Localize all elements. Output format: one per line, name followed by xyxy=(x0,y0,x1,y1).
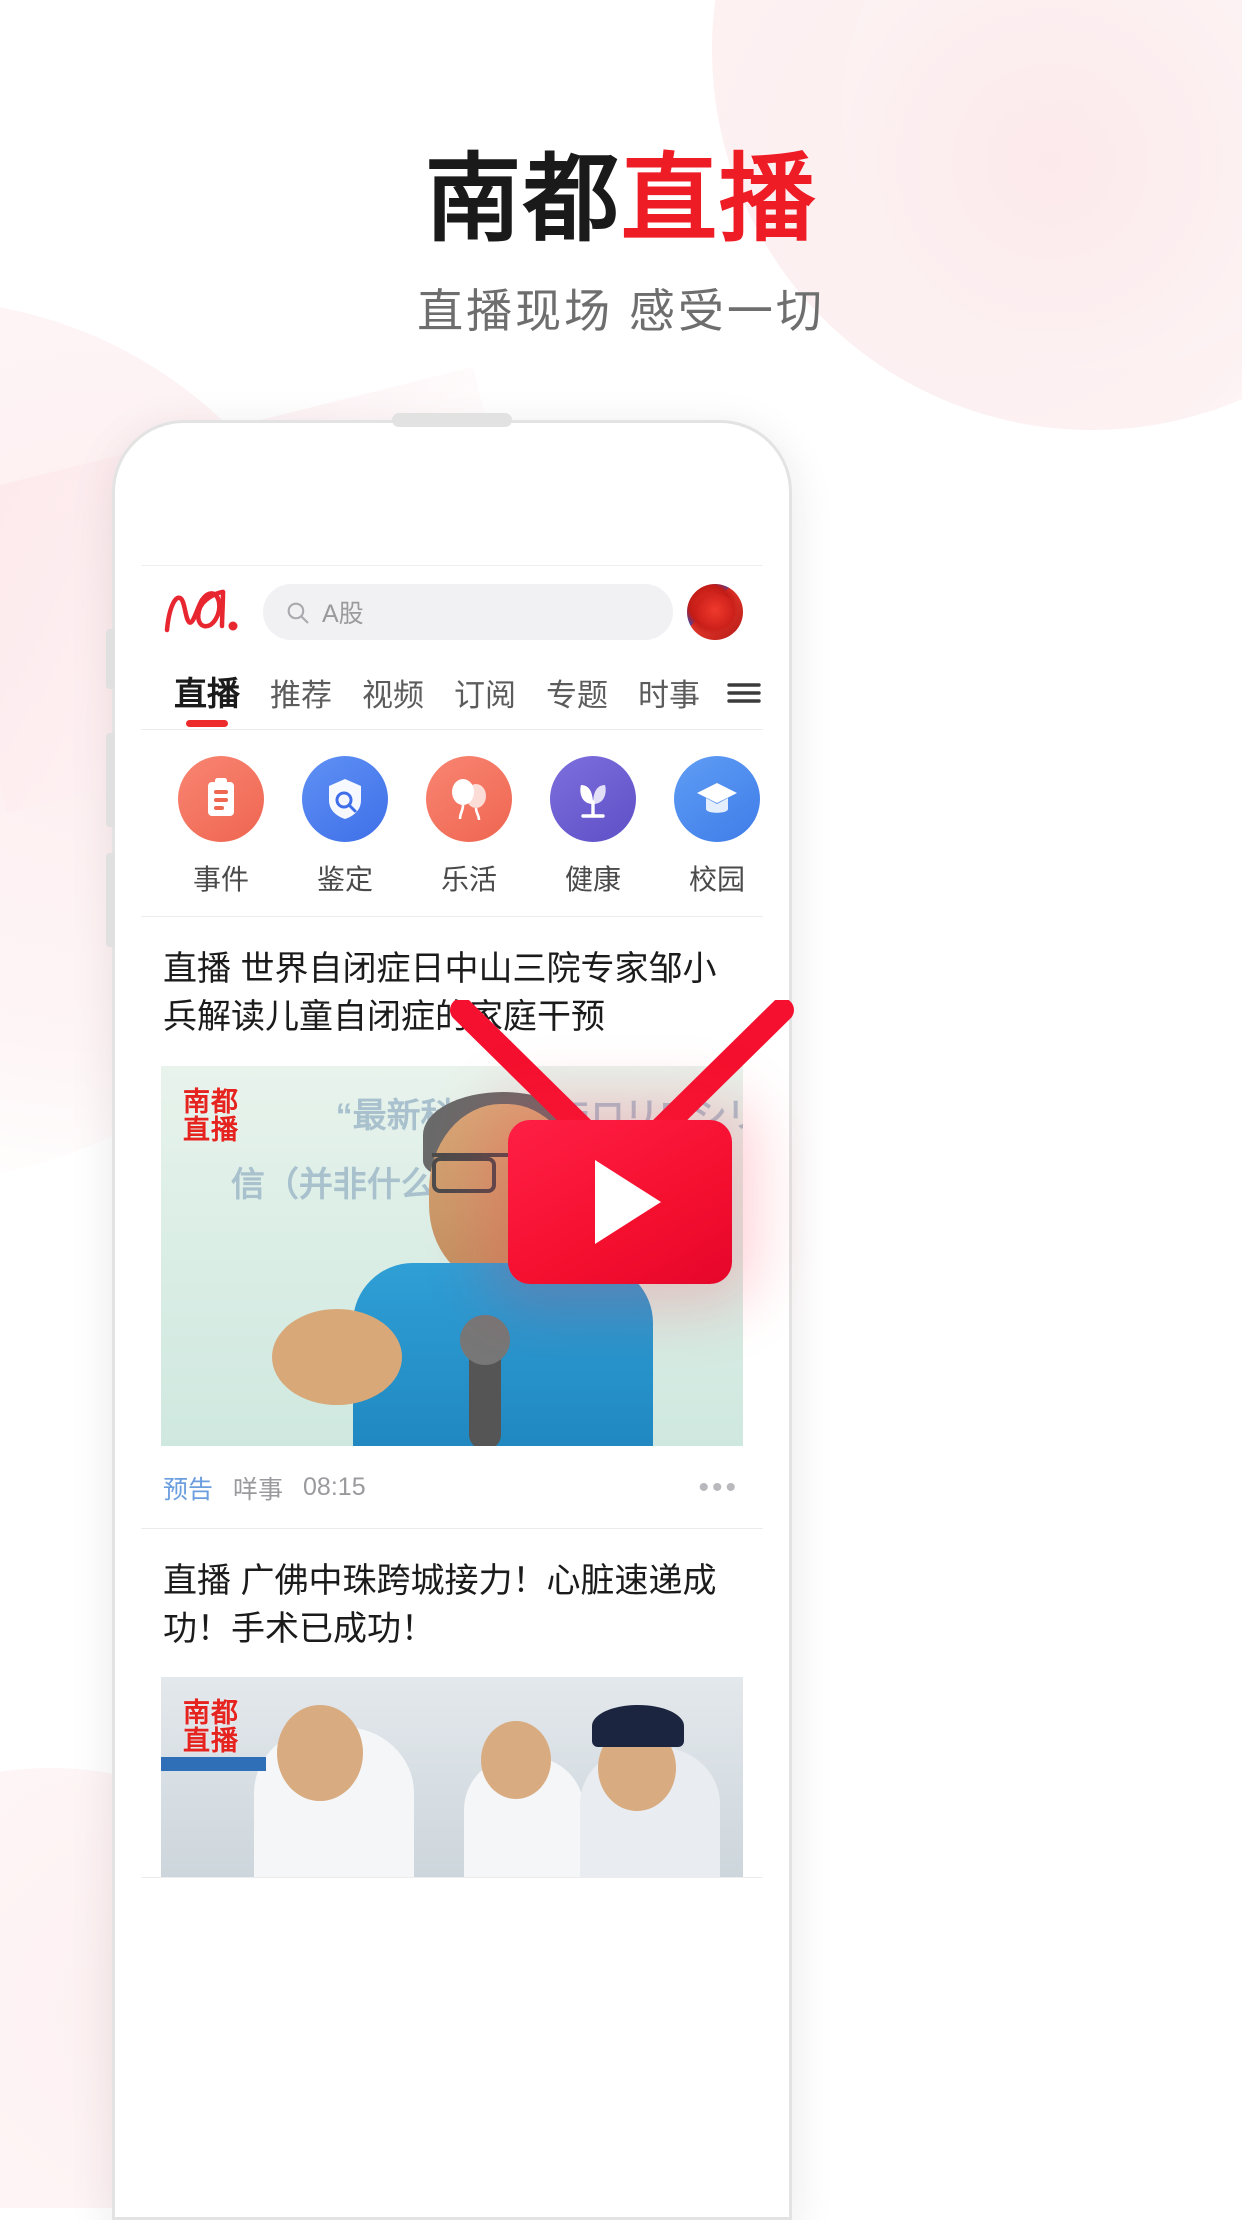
nd-logo-icon[interactable] xyxy=(163,586,249,638)
phone-mute-button xyxy=(106,629,115,689)
watermark-line-1: 南都 xyxy=(183,1698,239,1729)
phone-mockup: A股 直播 推荐 视频 订阅 专题 时事 事件 鉴定 乐活 健康 校园 直播 世… xyxy=(106,413,792,2220)
category-lehuo[interactable]: 乐活 xyxy=(407,756,531,898)
page-subtitle: 直播现场 感受一切 xyxy=(417,284,825,337)
doctor-head xyxy=(481,1721,552,1800)
tab-zhuanti[interactable]: 专题 xyxy=(531,670,623,729)
more-options-icon[interactable]: ••• xyxy=(698,1471,739,1505)
article-source: 咩事 xyxy=(233,1475,284,1504)
microphone-icon xyxy=(460,1315,511,1446)
watermark-line-2: 直播 xyxy=(183,1726,239,1757)
hero-section: 南都直播 直播现场 感受一切 xyxy=(0,149,1242,341)
category-label: 乐活 xyxy=(440,864,497,895)
category-jiankang[interactable]: 健康 xyxy=(531,756,655,898)
corridor-band xyxy=(161,1757,266,1772)
tab-bar: 直播 推荐 视频 订阅 专题 时事 xyxy=(141,658,763,730)
baseball-cap-icon xyxy=(591,1705,684,1748)
tab-dingyue[interactable]: 订阅 xyxy=(439,670,531,729)
category-jianding[interactable]: 鉴定 xyxy=(283,756,407,898)
article-card[interactable]: 直播 广佛中珠跨城接力！心脏速递成功！手术已成功！ 南都 直播 xyxy=(141,1529,763,1879)
article-meta: 预告 咩事 08:15 ••• xyxy=(141,1446,763,1528)
article-time: 08:15 xyxy=(303,1473,366,1502)
page-title-red: 直播 xyxy=(621,146,817,253)
search-input[interactable]: A股 xyxy=(263,584,673,640)
page-title-dark: 南都 xyxy=(425,146,621,253)
tab-zhibo[interactable]: 直播 xyxy=(159,667,255,729)
status-badge: 预告 xyxy=(163,1475,214,1504)
phone-volume-down-button xyxy=(106,853,115,947)
category-label: 校园 xyxy=(688,864,745,895)
thumbnail-photo xyxy=(161,1677,743,1878)
phone-volume-up-button xyxy=(106,733,115,827)
balloons-icon xyxy=(426,756,512,842)
watermark-line-1: 南都 xyxy=(183,1086,239,1117)
hamburger-menu-icon[interactable] xyxy=(715,678,763,729)
article-title: 直播 广佛中珠跨城接力！心脏速递成功！手术已成功！ xyxy=(163,1561,717,1648)
doctor-head xyxy=(277,1705,364,1802)
phone-speaker xyxy=(392,413,512,427)
category-label: 健康 xyxy=(564,864,621,895)
avatar[interactable] xyxy=(687,584,743,640)
category-label: 鉴定 xyxy=(316,864,373,895)
slide-text: 信（并非什么 xyxy=(230,1165,435,1204)
graduation-cap-icon xyxy=(674,756,760,842)
play-button[interactable] xyxy=(508,1120,732,1284)
watermark: 南都 直播 xyxy=(183,1086,239,1145)
clipboard-icon xyxy=(178,756,264,842)
article-thumbnail[interactable]: 南都 直播 xyxy=(161,1677,743,1878)
shield-search-icon xyxy=(302,756,388,842)
phone-screen: A股 直播 推荐 视频 订阅 专题 时事 事件 鉴定 乐活 健康 校园 直播 世… xyxy=(141,565,763,2217)
tab-tuijian[interactable]: 推荐 xyxy=(255,670,347,729)
tab-shipin[interactable]: 视频 xyxy=(347,670,439,729)
category-label: 事件 xyxy=(192,864,249,895)
watermark-line-2: 直播 xyxy=(183,1114,239,1145)
search-icon xyxy=(287,602,309,623)
tab-shishi[interactable]: 时事 xyxy=(623,670,715,729)
sprout-icon xyxy=(550,756,636,842)
search-input-value: A股 xyxy=(322,600,364,628)
page-title: 南都直播 xyxy=(0,149,1242,251)
category-xiaoyuan[interactable]: 校园 xyxy=(655,756,763,898)
app-header: A股 xyxy=(141,566,763,658)
play-triangle-icon xyxy=(595,1160,661,1244)
category-shijian[interactable]: 事件 xyxy=(159,756,283,898)
category-row: 事件 鉴定 乐活 健康 校园 xyxy=(141,730,763,917)
speaker-arm xyxy=(271,1308,402,1405)
watermark: 南都 直播 xyxy=(183,1699,239,1756)
